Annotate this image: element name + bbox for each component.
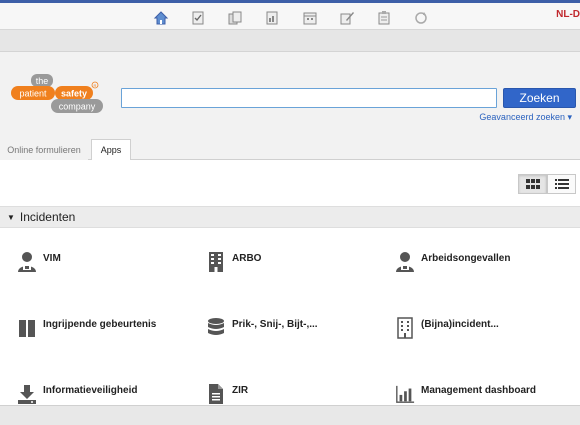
list-icon <box>554 179 569 189</box>
footer-bar <box>0 405 580 425</box>
download-icon <box>16 383 38 405</box>
svg-text:safety: safety <box>61 89 87 99</box>
svg-text:R: R <box>94 83 97 88</box>
tab-apps[interactable]: Apps <box>91 139 131 161</box>
svg-text:the: the <box>36 76 49 86</box>
app-vim[interactable]: VIM <box>16 251 61 281</box>
list-view-button[interactable] <box>547 174 576 194</box>
app-prik-snij-bijt[interactable]: Prik-, Snij-, Bijt-,... <box>205 317 318 347</box>
refresh-icon[interactable] <box>413 10 429 26</box>
section-title: Incidenten <box>19 210 76 224</box>
document-icon <box>205 383 227 405</box>
database-icon <box>205 317 227 339</box>
building-icon <box>205 251 227 273</box>
calendar-icon[interactable] <box>302 10 318 26</box>
report-icon[interactable] <box>264 10 280 26</box>
app-arbo[interactable]: ARBO <box>205 251 261 281</box>
section-incidenten[interactable]: ▼ Incidenten <box>0 206 580 228</box>
person-icon <box>16 251 38 273</box>
grid-view-button[interactable] <box>518 174 547 194</box>
svg-text:patient: patient <box>19 89 47 99</box>
building-icon <box>394 317 416 339</box>
svg-text:company: company <box>59 102 96 112</box>
language-selector[interactable]: NL-D <box>556 9 580 20</box>
bar-chart-icon <box>394 383 416 405</box>
collapse-caret-icon[interactable]: ▼ <box>7 213 15 222</box>
home-icon[interactable] <box>153 10 169 26</box>
checklist-icon[interactable] <box>190 10 206 26</box>
search-button[interactable]: Zoeken <box>503 88 576 108</box>
tab-bar: Online formulieren Apps <box>0 139 580 161</box>
top-toolbar: NL-D <box>0 0 580 30</box>
clipboard-icon[interactable] <box>376 10 392 26</box>
company-logo[interactable]: the patient safety R company <box>11 74 106 114</box>
documents-icon[interactable] <box>227 10 243 26</box>
grid-icon <box>525 179 540 189</box>
pause-icon <box>16 317 38 339</box>
search-input[interactable] <box>121 88 497 108</box>
edit-icon[interactable] <box>339 10 355 26</box>
sub-toolbar <box>0 30 580 52</box>
app-bijna-incident[interactable]: (Bijna)incident... <box>394 317 499 347</box>
advanced-search-link[interactable]: Geavanceerd zoeken ▾ <box>479 112 572 123</box>
apps-panel: ▼ Incidenten VIM ARBO Arbeidsongevallen <box>0 160 580 405</box>
app-arbeidsongevallen[interactable]: Arbeidsongevallen <box>394 251 510 281</box>
person-icon <box>394 251 416 273</box>
app-ingrijpende-gebeurtenis[interactable]: Ingrijpende gebeurtenis <box>16 317 156 347</box>
view-toggle <box>518 174 576 194</box>
tab-online-formulieren[interactable]: Online formulieren <box>0 139 88 160</box>
